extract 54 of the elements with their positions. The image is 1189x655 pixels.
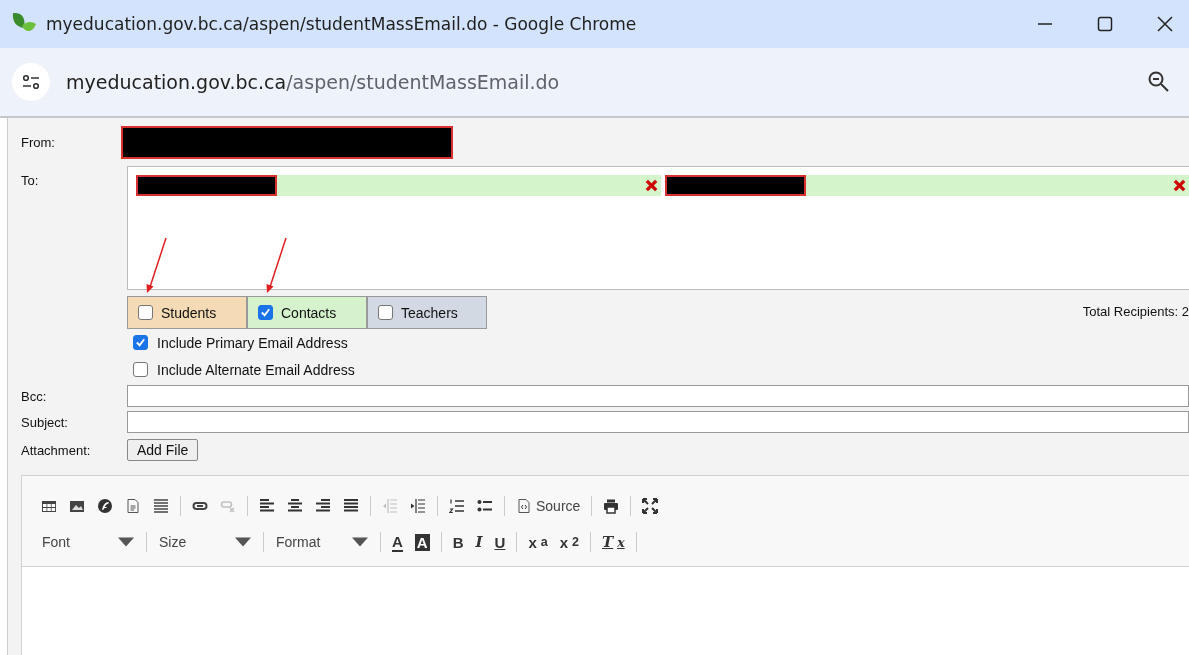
zoom-icon[interactable]: [1147, 70, 1171, 94]
maximize-icon[interactable]: [642, 498, 659, 514]
option-label: Include Primary Email Address: [157, 334, 348, 351]
document-icon[interactable]: [125, 498, 141, 514]
remove-icon[interactable]: [643, 178, 659, 193]
recipient-type-tab[interactable]: Teachers: [367, 296, 487, 329]
site-settings-icon[interactable]: [12, 63, 50, 101]
bold-button[interactable]: B: [447, 529, 469, 555]
justify-icon[interactable]: [343, 498, 359, 514]
bulleted-list-icon[interactable]: [477, 498, 493, 514]
numbered-list-icon[interactable]: [449, 498, 465, 514]
url-host[interactable]: myeducation.gov.bc.ca: [66, 71, 287, 93]
indent-icon[interactable]: [410, 498, 426, 514]
hr-icon[interactable]: [153, 498, 169, 514]
to-label: To:: [21, 172, 40, 190]
image-icon[interactable]: [69, 498, 85, 514]
flash-icon[interactable]: [97, 498, 113, 514]
dropdown[interactable]: Format: [270, 529, 374, 555]
add-file-button[interactable]: Add File: [127, 439, 199, 461]
recipient-type-tab[interactable]: Students: [127, 296, 247, 329]
tab-label: Contacts: [281, 304, 337, 321]
recipient-type-tab[interactable]: Contacts: [247, 296, 367, 329]
underline-button[interactable]: U: [489, 529, 511, 555]
checkbox[interactable]: [378, 305, 393, 320]
checkbox[interactable]: [133, 335, 148, 350]
dropdown[interactable]: Size: [153, 529, 257, 555]
checkbox[interactable]: [138, 305, 153, 320]
align-left-icon[interactable]: [259, 498, 275, 514]
remove-icon[interactable]: [1172, 178, 1187, 193]
text-color-button[interactable]: A: [387, 529, 408, 555]
checkbox[interactable]: [133, 362, 148, 377]
checkbox[interactable]: [258, 305, 273, 320]
recipients-field[interactable]: [127, 166, 1189, 290]
tab-label: Students: [161, 304, 217, 321]
window-title: myeducation.gov.bc.ca/aspen/studentMassEmail.do - Google Chrome: [46, 14, 638, 34]
table-icon[interactable]: [41, 498, 57, 514]
subject-field[interactable]: [127, 411, 1189, 433]
from-label: From:: [21, 134, 56, 150]
dropdown[interactable]: Font: [36, 529, 140, 555]
option-label: Include Alternate Email Address: [157, 361, 355, 378]
align-center-icon[interactable]: [287, 498, 303, 514]
bg-color-button[interactable]: A: [409, 529, 435, 555]
bcc-field[interactable]: [127, 385, 1189, 407]
code-document-icon: [516, 498, 532, 514]
url-path[interactable]: /aspen/studentMassEmail.do: [286, 71, 560, 93]
subject-label: Subject:: [21, 414, 69, 430]
italic-button[interactable]: I: [470, 529, 488, 555]
attachment-label: Attachment:: [21, 442, 92, 458]
source-button[interactable]: Source: [511, 493, 586, 519]
align-right-icon[interactable]: [315, 498, 331, 514]
tab-label: Teachers: [401, 304, 458, 321]
total-recipients: Total Recipients: 2: [1082, 304, 1189, 319]
bcc-label: Bcc:: [21, 388, 48, 404]
print-icon[interactable]: [603, 498, 620, 514]
